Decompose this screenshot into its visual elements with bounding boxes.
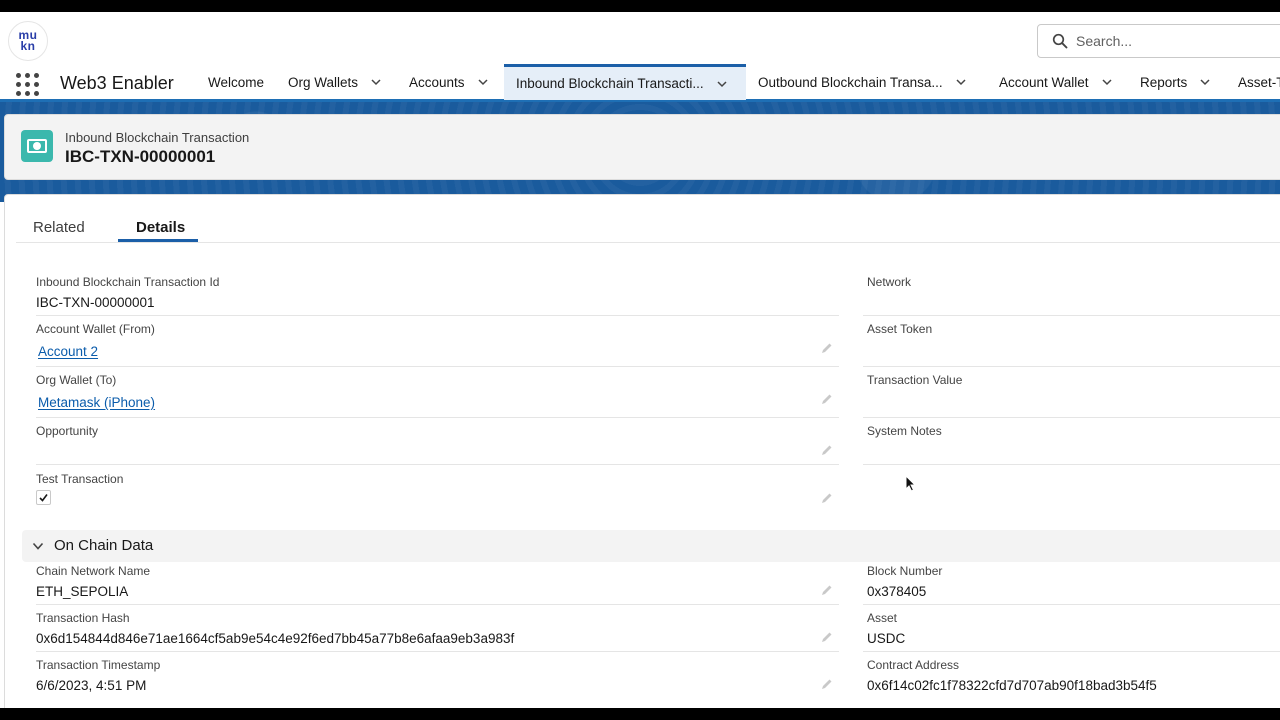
edit-pencil-icon[interactable] <box>821 584 833 596</box>
nav-tab-label: Account Wallet <box>999 74 1089 90</box>
org-logo[interactable]: mu kn <box>8 21 48 61</box>
field-label: Asset <box>867 611 898 625</box>
global-header: mu kn <box>0 12 1280 68</box>
field-value: IBC-TXN-00000001 <box>36 295 155 310</box>
field-label: Block Number <box>867 564 943 578</box>
field-value: 6/6/2023, 4:51 PM <box>36 678 147 693</box>
edit-pencil-icon[interactable] <box>821 678 833 690</box>
edit-pencil-icon[interactable] <box>821 342 833 354</box>
nav-tab-label: Asset-T <box>1238 74 1280 90</box>
chevron-down-icon[interactable] <box>1199 76 1211 88</box>
edit-pencil-icon[interactable] <box>821 444 833 456</box>
chevron-down-icon[interactable] <box>716 78 728 90</box>
nav-tab-label: Org Wallets <box>288 74 359 90</box>
section-on-chain-data[interactable]: On Chain Data <box>22 530 1280 562</box>
edit-pencil-icon[interactable] <box>821 492 833 504</box>
field-value: USDC <box>867 631 906 646</box>
field-label: Opportunity <box>36 424 99 438</box>
tab-details[interactable]: Details <box>136 219 185 236</box>
nav-tab-label: Inbound Blockchain Transacti... <box>516 76 704 91</box>
field-value: ETH_SEPOLIA <box>36 584 129 599</box>
nav-tab-reports[interactable]: Reports <box>1140 64 1211 100</box>
field-label: Inbound Blockchain Transaction Id <box>36 275 220 289</box>
tabs-divider <box>16 242 1280 243</box>
field-label: Transaction Hash <box>36 611 130 625</box>
nav-tab-org-wallets[interactable]: Org Wallets <box>288 64 382 100</box>
tab-related[interactable]: Related <box>33 219 85 236</box>
transaction-record-icon <box>21 130 53 162</box>
section-title: On Chain Data <box>54 537 154 554</box>
field-value: 0x378405 <box>867 584 927 599</box>
field-label: Network <box>867 275 912 289</box>
chevron-down-icon[interactable] <box>1101 76 1113 88</box>
mouse-cursor-icon <box>905 475 916 492</box>
edit-pencil-icon[interactable] <box>821 393 833 405</box>
nav-tab-label: Outbound Blockchain Transa... <box>758 74 943 90</box>
field-label: System Notes <box>867 424 942 438</box>
org-wallet-link[interactable]: Metamask (iPhone) <box>38 395 155 410</box>
field-label: Org Wallet (To) <box>36 373 117 387</box>
app-screen: mu kn Web3 Enabler Welcome Org Wallets A… <box>0 12 1280 708</box>
field-label: Test Transaction <box>36 472 124 486</box>
field-label: Account Wallet (From) <box>36 322 155 336</box>
app-launcher-icon[interactable] <box>15 72 39 96</box>
global-search-box[interactable] <box>1037 24 1280 58</box>
field-label: Chain Network Name <box>36 564 151 578</box>
nav-tab-label: Reports <box>1140 74 1188 90</box>
nav-tab-label: Accounts <box>409 74 465 90</box>
field-label: Contract Address <box>867 658 960 672</box>
search-icon <box>1052 33 1068 49</box>
nav-tab-welcome[interactable]: Welcome <box>208 64 264 100</box>
logo-line-2: kn <box>20 39 36 53</box>
field-label: Transaction Timestamp <box>36 658 161 672</box>
chevron-down-icon[interactable] <box>955 76 967 88</box>
edit-pencil-icon[interactable] <box>821 631 833 643</box>
chevron-down-icon[interactable] <box>477 76 489 88</box>
field-label: Asset Token <box>867 322 933 336</box>
chevron-down-icon[interactable] <box>370 76 382 88</box>
chevron-down-icon[interactable] <box>32 540 44 552</box>
nav-tab-inbound-blockchain-transactions[interactable]: Inbound Blockchain Transacti... <box>504 64 746 100</box>
search-input[interactable] <box>1076 31 1276 51</box>
field-label: Transaction Value <box>867 373 963 387</box>
checkmark-icon <box>39 494 48 502</box>
record-object-type: Inbound Blockchain Transaction <box>65 130 250 145</box>
record-title: IBC-TXN-00000001 <box>65 147 216 166</box>
test-transaction-checkbox[interactable] <box>36 490 51 505</box>
app-name: Web3 Enabler <box>60 73 174 93</box>
field-value: 0x6d154844d846e71ae1664cf5ab9e54c4e92f6e… <box>36 631 515 646</box>
field-value: 0x6f14c02fc1f78322cfd7d707ab90f18bad3b54… <box>867 678 1157 693</box>
nav-tab-outbound-blockchain-transactions[interactable]: Outbound Blockchain Transa... <box>758 64 967 100</box>
nav-tab-accounts[interactable]: Accounts <box>409 64 489 100</box>
account-wallet-link[interactable]: Account 2 <box>38 344 98 359</box>
record-header: Inbound Blockchain Transaction IBC-TXN-0… <box>4 114 1280 180</box>
nav-tab-account-wallet[interactable]: Account Wallet <box>999 64 1113 100</box>
app-nav-bar: Web3 Enabler Welcome Org Wallets Account… <box>0 64 1280 102</box>
nav-tab-label: Welcome <box>208 74 265 90</box>
nav-tab-asset-tokens[interactable]: Asset-T <box>1238 64 1280 100</box>
